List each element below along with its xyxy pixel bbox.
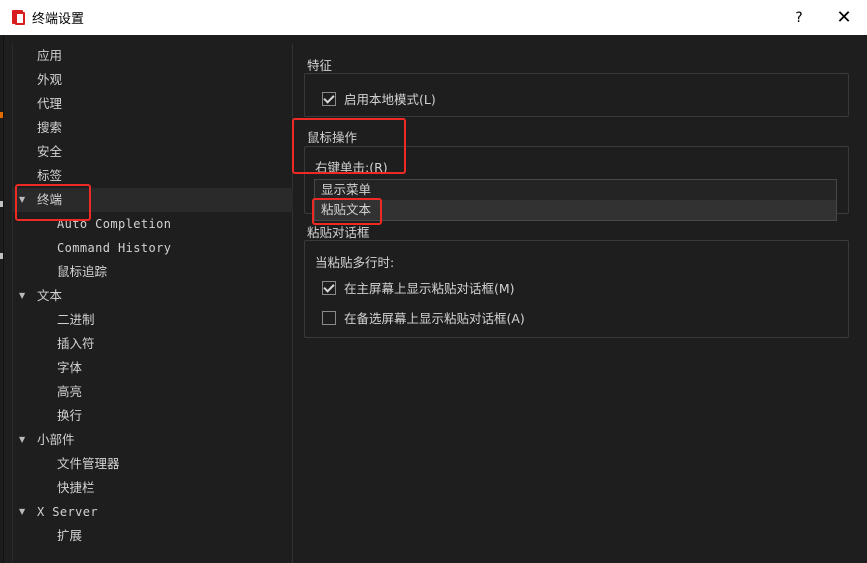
sidebar-item[interactable]: 搜索 — [13, 116, 293, 140]
sidebar-item-label: 应用 — [37, 48, 63, 63]
window-title: 终端设置 — [32, 12, 85, 27]
sidebar-item-label: 扩展 — [57, 528, 83, 543]
sidebar-item[interactable]: 扩展 — [13, 524, 293, 548]
sidebar-item-label: 文本 — [37, 288, 63, 303]
sidebar-item-label: 鼠标追踪 — [57, 264, 108, 279]
alternate-screen-label: 在备选屏幕上显示粘贴对话框(A) — [344, 311, 525, 326]
local-mode-checkbox-row[interactable]: 启用本地模式(L) — [322, 89, 436, 108]
sidebar-item-label: 插入符 — [57, 336, 95, 351]
sidebar-item-label: 代理 — [37, 96, 63, 111]
sidebar-item[interactable]: 鼠标追踪 — [13, 260, 293, 284]
app-logo-icon — [12, 10, 25, 25]
settings-nav-tree: 应用外观代理搜索安全标签 ▼ 终端 Auto Completion Command Hi… — [12, 44, 293, 563]
sidebar-item[interactable]: 应用 — [13, 44, 293, 68]
expand-arrow-icon[interactable]: ▼ — [19, 188, 25, 212]
sidebar-item-label: 快捷栏 — [57, 480, 95, 495]
primary-screen-checkbox[interactable] — [322, 280, 336, 295]
dropdown-option-paste-text[interactable]: 粘贴文本 — [315, 200, 836, 220]
background-window-edge — [0, 35, 4, 563]
expand-arrow-icon[interactable]: ▼ — [19, 284, 25, 308]
local-mode-label: 启用本地模式(L) — [344, 92, 436, 107]
sidebar-item[interactable]: ▼ X Server — [13, 500, 293, 524]
expand-arrow-icon[interactable]: ▼ — [19, 500, 25, 524]
mouse-section-title: 鼠标操作 — [307, 130, 358, 145]
sidebar-item[interactable]: 标签 — [13, 164, 293, 188]
sidebar-item-label: 小部件 — [37, 432, 75, 447]
sidebar-item[interactable]: 安全 — [13, 140, 293, 164]
local-mode-checkbox[interactable] — [322, 91, 336, 106]
sidebar-item[interactable]: Auto Completion — [13, 212, 293, 236]
sidebar-item[interactable]: 高亮 — [13, 380, 293, 404]
sidebar-item[interactable]: 外观 — [13, 68, 293, 92]
sidebar-item-label: 外观 — [37, 72, 63, 87]
sidebar-item[interactable]: ▼ 终端 — [13, 188, 293, 212]
sidebar-item-label: 字体 — [57, 360, 83, 375]
right-click-label: 右键单击:(R) — [315, 160, 388, 175]
window-titlebar: 终端设置 ? ✕ — [0, 0, 867, 35]
sidebar-item-label: 终端 — [37, 192, 63, 207]
sidebar-item[interactable]: 代理 — [13, 92, 293, 116]
sidebar-item[interactable]: 字体 — [13, 356, 293, 380]
expand-arrow-icon[interactable]: ▼ — [19, 428, 25, 452]
sidebar-item[interactable]: 插入符 — [13, 332, 293, 356]
sidebar-item[interactable]: ▼ 文本 — [13, 284, 293, 308]
sidebar-item-label: 搜索 — [37, 120, 63, 135]
primary-screen-label: 在主屏幕上显示粘贴对话框(M) — [344, 281, 515, 296]
sidebar-item-label: 二进制 — [57, 312, 95, 327]
sidebar-item[interactable]: 快捷栏 — [13, 476, 293, 500]
sidebar-item-label: 安全 — [37, 144, 63, 159]
sidebar-item[interactable]: Command History — [13, 236, 293, 260]
sidebar-item[interactable]: ▼ 小部件 — [13, 428, 293, 452]
sidebar-item-label: Auto Completion — [57, 217, 172, 231]
alternate-screen-checkbox[interactable] — [322, 310, 336, 325]
sidebar-item[interactable]: 文件管理器 — [13, 452, 293, 476]
right-click-dropdown-list[interactable]: 显示菜单 粘贴文本 — [314, 179, 837, 221]
primary-screen-checkbox-row[interactable]: 在主屏幕上显示粘贴对话框(M) — [322, 278, 515, 297]
alternate-screen-checkbox-row[interactable]: 在备选屏幕上显示粘贴对话框(A) — [322, 308, 525, 327]
multiline-paste-label: 当粘贴多行时: — [315, 255, 395, 270]
sidebar-item-label: Command History — [57, 241, 172, 255]
sidebar-item-label: 换行 — [57, 408, 83, 423]
sidebar-item[interactable]: 二进制 — [13, 308, 293, 332]
help-button[interactable]: ? — [790, 8, 808, 28]
features-section-title: 特征 — [307, 58, 333, 73]
sidebar-item-label: 标签 — [37, 168, 63, 183]
sidebar-item-label: 文件管理器 — [57, 456, 120, 471]
close-button[interactable]: ✕ — [834, 8, 854, 28]
sidebar-item-label: 高亮 — [57, 384, 83, 399]
paste-dialog-section-title: 粘贴对话框 — [307, 225, 370, 240]
sidebar-item-label: X Server — [37, 505, 98, 519]
dropdown-option-show-menu[interactable]: 显示菜单 — [315, 180, 836, 200]
sidebar-item[interactable]: 换行 — [13, 404, 293, 428]
